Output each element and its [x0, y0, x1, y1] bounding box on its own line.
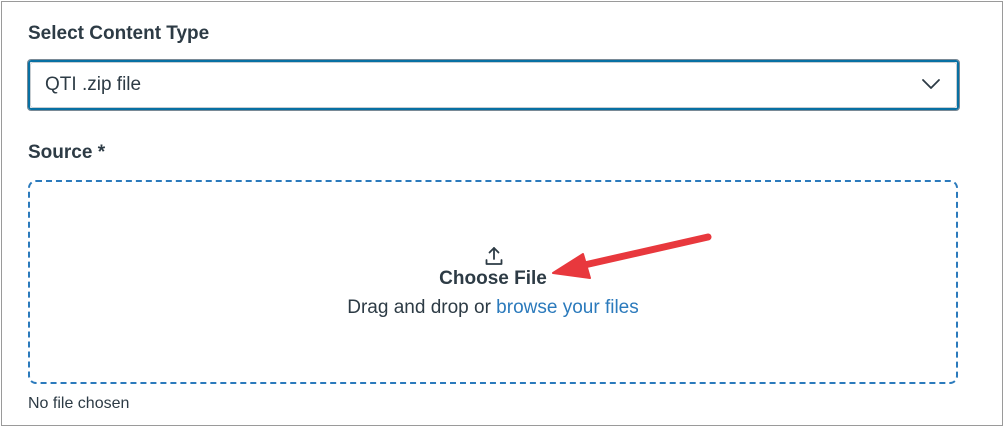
file-dropzone[interactable]: Choose File Drag and drop or browse your… — [28, 180, 958, 384]
content-type-selected-value: QTI .zip file — [45, 74, 142, 95]
content-type-label: Select Content Type — [28, 23, 210, 44]
content-type-select[interactable]: QTI .zip file — [27, 59, 960, 111]
drag-drop-text: Drag and drop or — [347, 297, 497, 318]
drag-drop-instructions: Drag and drop or browse your files — [30, 297, 956, 319]
upload-icon — [485, 247, 503, 265]
form-panel: Select Content Type QTI .zip file Source… — [1, 1, 1003, 426]
annotation-arrow-icon — [552, 233, 712, 279]
file-status-text: No file chosen — [28, 395, 130, 412]
select-inner-border — [30, 62, 957, 108]
chevron-down-icon — [922, 79, 940, 89]
source-label: Source * — [28, 142, 106, 163]
browse-files-link[interactable]: browse your files — [496, 297, 639, 318]
choose-file-heading: Choose File — [439, 268, 547, 289]
